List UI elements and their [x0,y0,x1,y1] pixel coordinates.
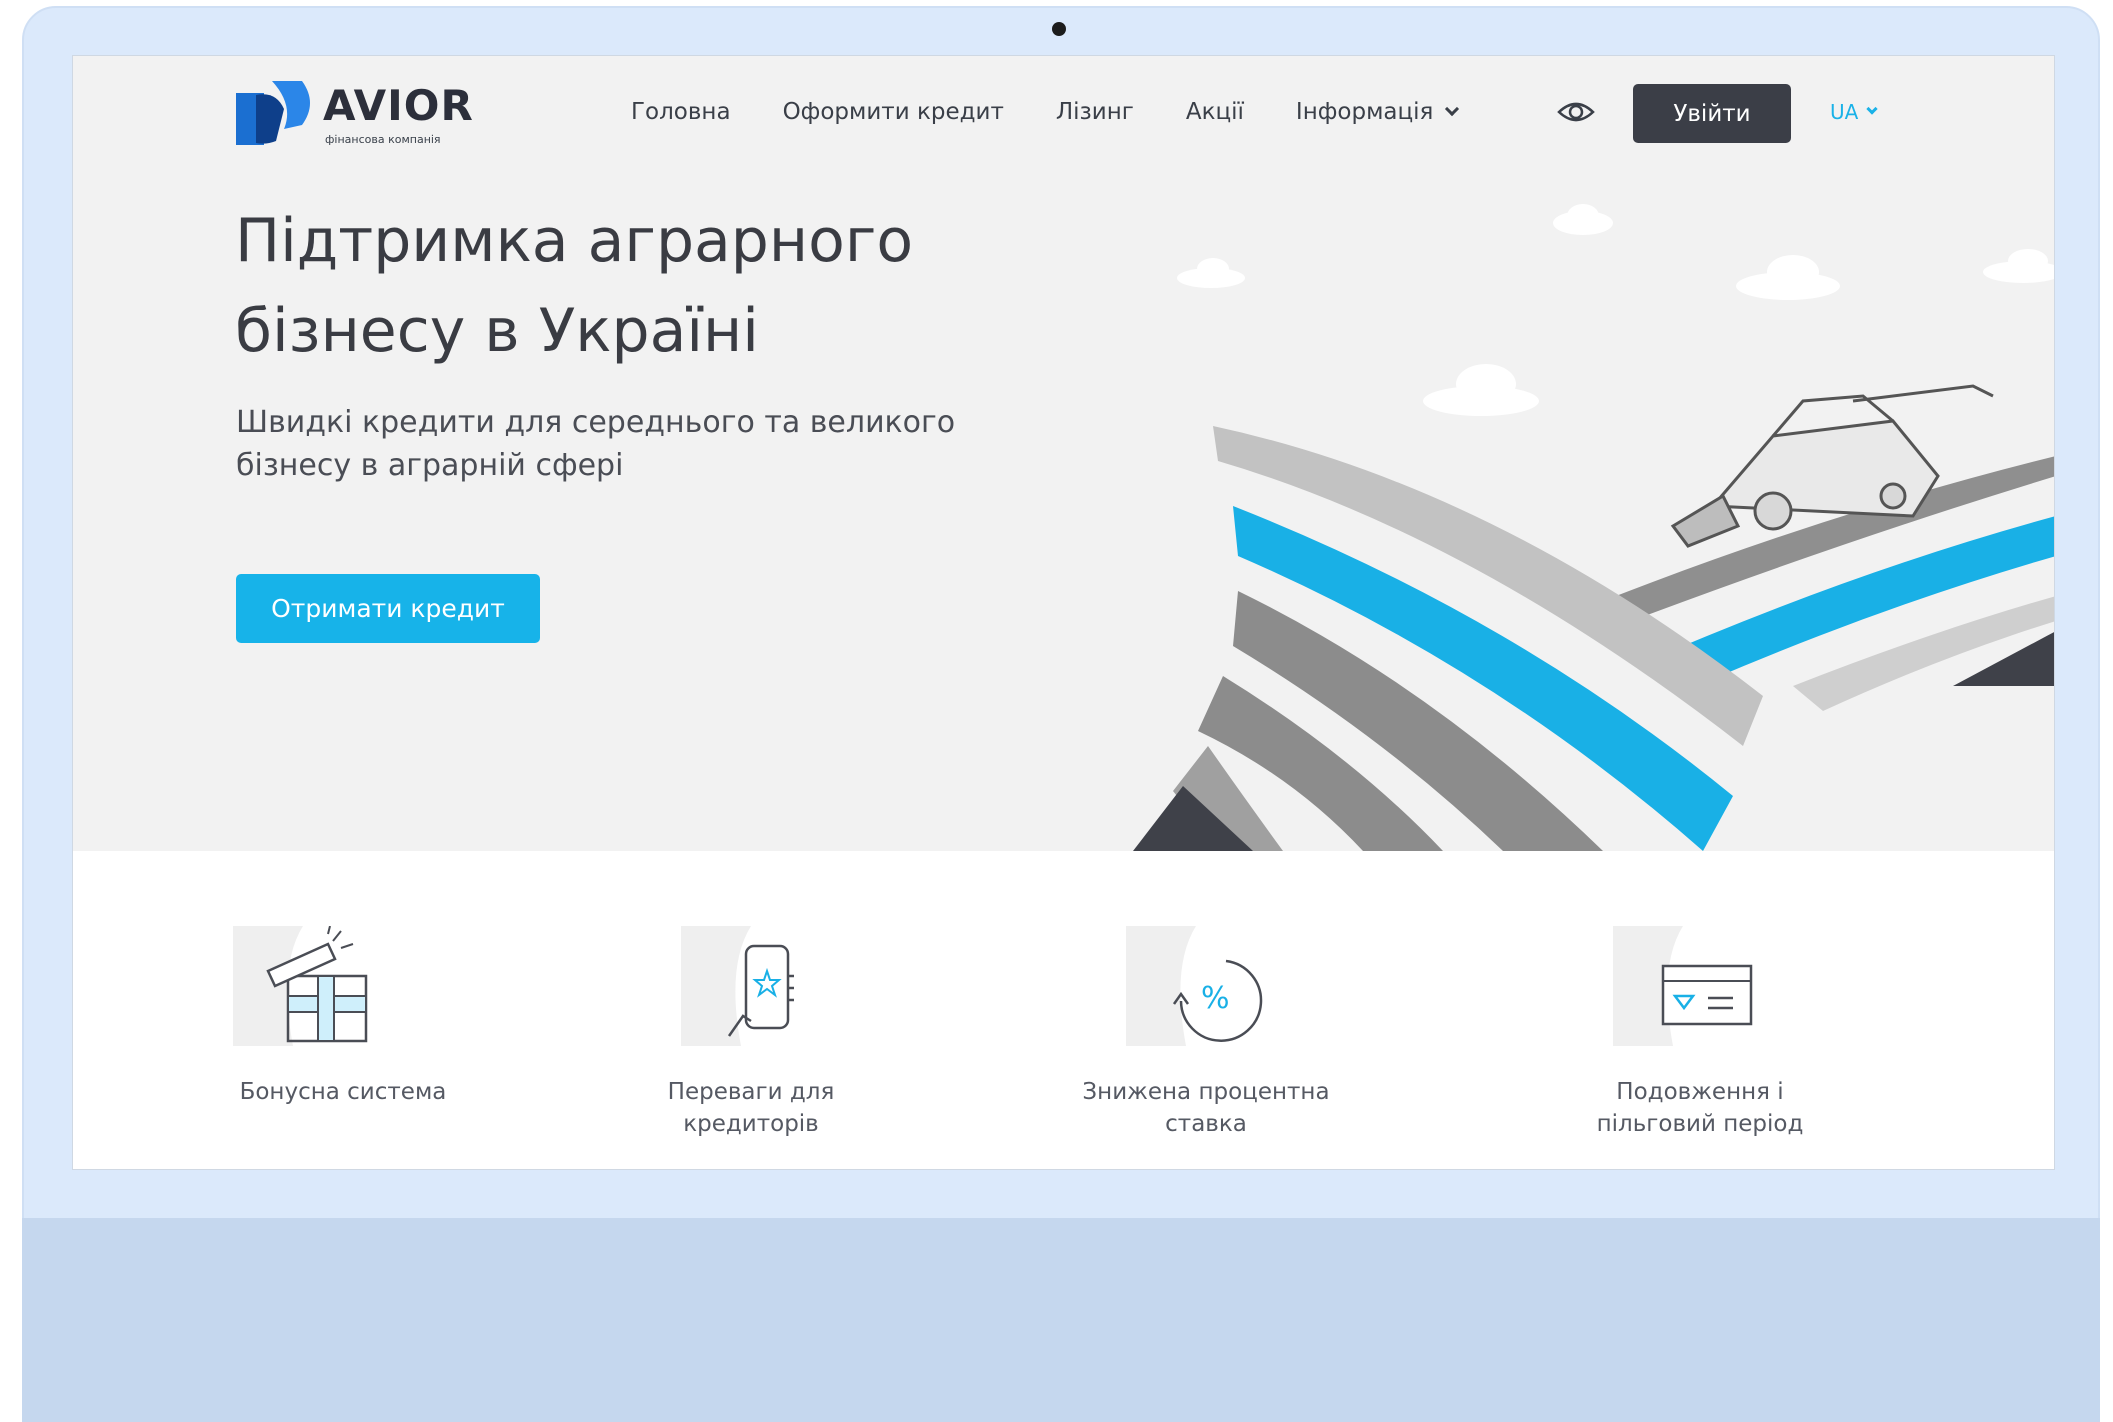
svg-text:%: % [1201,981,1230,1016]
percent-icon: % [1126,926,1263,1046]
language-selector[interactable]: UA [1830,95,1878,129]
feature-creditor-benefits[interactable]: Переваги для кредиторів [668,851,1001,1169]
camera-dot [1052,22,1066,36]
feature-label: Бонусна система [239,1079,447,1105]
logo-wordmark: AVIOR [323,81,474,130]
hero-section: AVIOR фінансова компанія Головна Оформит… [73,56,2054,851]
phone-star-icon [681,926,794,1046]
chevron-down-icon [1445,101,1460,117]
avior-logo[interactable]: AVIOR фінансова компанія [236,81,473,151]
logo-tagline: фінансова компанія [325,133,441,146]
eye-icon[interactable] [1557,96,1595,128]
nav-item-leasing[interactable]: Лізинг [1056,96,1134,128]
nav-item-apply-credit[interactable]: Оформити кредит [783,96,1004,128]
hero-subtitle: Швидкі кредити для середнього та великог… [236,405,956,483]
site-header: AVIOR фінансова компанія Головна Оформит… [73,56,2054,176]
hero-title: Підтримка аграрного бізнесу в Україні [235,206,914,366]
feature-label: Знижена процентна ставка [1082,1079,1330,1137]
feature-label: Переваги для кредиторів [667,1079,835,1137]
website-screen: AVIOR фінансова компанія Головна Оформит… [72,55,2055,1170]
card-icon [1613,926,1753,1046]
nav-item-information-label: Інформація [1295,99,1434,125]
monitor-stand [22,1218,2100,1422]
features-section: Бонусна система Переваги для кредиторів … [73,851,2054,1169]
get-credit-button[interactable]: Отримати кредит [236,574,540,643]
feature-grace-period[interactable]: Подовження і пільговий період [1597,851,1933,1169]
feature-bonus-system[interactable]: Бонусна система [233,851,553,1169]
gift-icon [233,926,368,1046]
login-button[interactable]: Увійти [1633,84,1791,143]
chevron-down-icon [1866,103,1878,115]
feature-reduced-rate[interactable]: % Знижена процентна ставка [1082,851,1446,1169]
nav-item-promotions[interactable]: Акції [1186,96,1244,128]
logo-mark-icon [236,81,310,145]
nav-item-information[interactable]: Інформація [1295,96,1460,128]
language-label: UA [1830,100,1859,124]
nav-item-home[interactable]: Головна [631,96,731,128]
feature-label: Подовження і пільговий період [1596,1079,1804,1137]
main-nav: Головна Оформити кредит Лізинг Акції Інф… [631,96,1509,128]
